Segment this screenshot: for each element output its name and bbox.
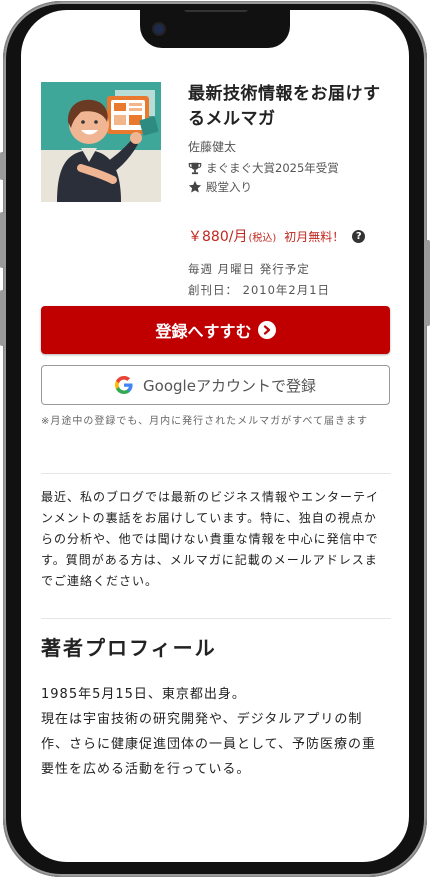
author-name[interactable]: 佐藤健太 bbox=[188, 138, 388, 155]
profile-birth: 1985年5月15日、東京都出身。 bbox=[41, 687, 246, 702]
phone-side-button bbox=[0, 152, 4, 180]
help-icon[interactable]: ? bbox=[352, 229, 366, 243]
profile-activities: 現在は宇宙技術の研究開発や、デジタルアプリの制作、さらに健康促進団体の一員として… bbox=[41, 712, 376, 777]
google-logo-icon bbox=[115, 376, 133, 394]
chevron-right-icon bbox=[257, 321, 276, 339]
subscribe-button-label: 登録へすすむ bbox=[155, 322, 252, 341]
phone-volume-up-button bbox=[0, 212, 4, 268]
phone-power-button bbox=[426, 240, 430, 326]
divider bbox=[41, 618, 391, 619]
free-trial-label: 初月無料！ bbox=[284, 229, 345, 244]
google-signup-label: Googleアカウントで登録 bbox=[143, 376, 316, 395]
newsletter-info: 最新技術情報をお届けするメルマガ 佐藤健太 まぐまぐ大賞2025年受賞 殿堂入り bbox=[188, 82, 388, 195]
subscribe-button[interactable]: 登録へすすむ bbox=[41, 306, 390, 354]
subscription-note: ※月途中の登録でも、月内に発行されたメルマガがすべて届きます bbox=[41, 416, 368, 427]
price-tax: (税込) bbox=[248, 232, 277, 244]
phone-screen: 最新技術情報をお届けするメルマガ 佐藤健太 まぐまぐ大賞2025年受賞 殿堂入り bbox=[21, 10, 409, 862]
phone-volume-down-button bbox=[0, 290, 4, 346]
camera-icon bbox=[154, 24, 164, 34]
newsletter-description: 最近、私のブログでは最新のビジネス情報やエンターテインメントの裏話をお届けしてい… bbox=[41, 490, 380, 588]
star-icon bbox=[188, 180, 202, 193]
founded-date: 創刊日： 2010年2月1日 bbox=[188, 283, 331, 297]
price-row: ￥880/月 (税込) 初月無料！ ? bbox=[188, 226, 366, 246]
publish-schedule: 毎週 月曜日 発行予定 bbox=[188, 262, 310, 276]
award-badge: まぐまぐ大賞2025年受賞 bbox=[188, 160, 388, 176]
newsletter-title: 最新技術情報をお届けするメルマガ bbox=[188, 84, 381, 129]
newsletter-cover-image bbox=[41, 82, 161, 202]
author-profile-text: 1985年5月15日、東京都出身。 現在は宇宙技術の研究開発や、デジタルアプリの… bbox=[41, 682, 386, 782]
author-profile-heading: 著者プロフィール bbox=[41, 636, 217, 660]
award-text: まぐまぐ大賞2025年受賞 bbox=[206, 161, 339, 175]
hall-of-fame-badge: 殿堂入り bbox=[188, 179, 388, 195]
price: ￥880/月 bbox=[188, 229, 248, 245]
speaker bbox=[184, 10, 248, 12]
notch bbox=[140, 10, 290, 48]
hall-of-fame-text: 殿堂入り bbox=[206, 180, 252, 194]
trophy-icon bbox=[188, 162, 202, 175]
divider bbox=[41, 473, 391, 474]
google-signup-button[interactable]: Googleアカウントで登録 bbox=[41, 365, 390, 405]
